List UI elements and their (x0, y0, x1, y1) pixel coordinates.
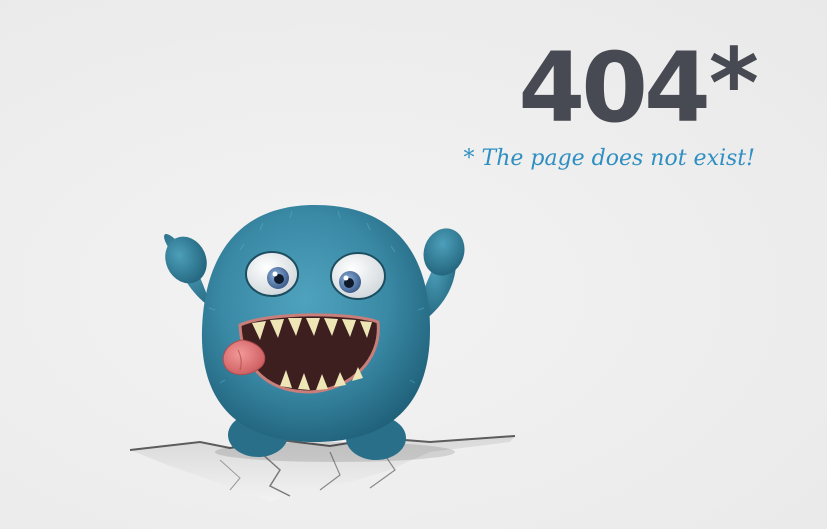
error-message: * The page does not exist! (463, 146, 755, 171)
cracked-floor (130, 435, 516, 502)
not-found-page: 404* * The page does not exist! (0, 0, 827, 529)
monster-illustration (130, 190, 530, 520)
monster-left-eye (245, 251, 299, 297)
monster-right-eye (330, 252, 386, 300)
error-code-number: 404 (518, 32, 710, 144)
error-code-asterisk: * (708, 28, 759, 140)
error-code-heading: 404* (518, 36, 759, 136)
